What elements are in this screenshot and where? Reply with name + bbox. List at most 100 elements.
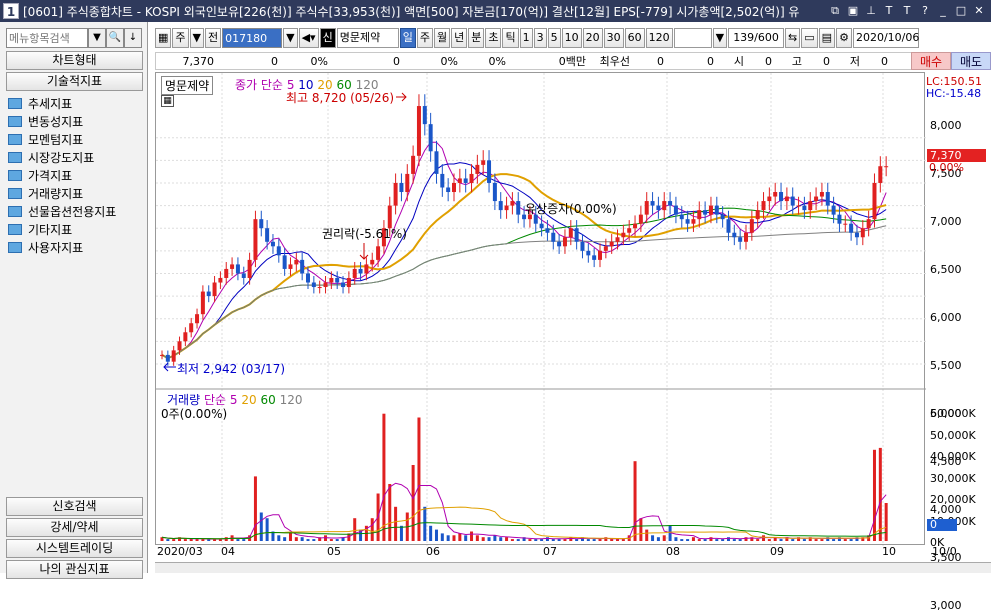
sell-button[interactable]: 매도 [951,52,991,70]
volume-bar [429,525,433,541]
volume-bar [452,535,456,541]
search-icon[interactable]: 🔍 [106,28,124,48]
x-label: 10/0 [932,545,957,558]
volume-bar [481,537,485,541]
signal-search-button[interactable]: 신호검색 [6,497,143,516]
volume-bar [551,539,555,541]
volume-bar [878,447,882,541]
volume-bar [516,539,520,541]
pin-icon[interactable]: ⊥ [863,3,879,19]
period-month[interactable]: 월 [433,28,451,48]
volume-bar [872,449,876,541]
tree-item[interactable]: 변동성지표 [8,112,143,130]
period-tick[interactable]: 틱 [502,28,519,48]
interval-30[interactable]: 30 [603,28,624,48]
date-field[interactable]: 2020/10/06 [852,28,919,48]
table-icon[interactable]: ▦ [161,95,174,107]
interval-input[interactable] [673,28,712,48]
volume-bar [832,539,836,541]
menu-search-input[interactable] [6,28,88,48]
candle-body [212,282,217,297]
tree-item[interactable]: 모멘텀지표 [8,130,143,148]
stock-name[interactable]: 명문제약 [336,28,399,48]
candle-body [306,273,310,283]
candle-body [481,160,486,165]
candle-body [165,354,170,362]
dropdown-icon[interactable]: ▼ [283,28,298,48]
volume-bar [493,535,497,541]
settings-icon[interactable]: ⚙ [836,28,852,48]
help-icon[interactable]: ? [917,3,933,19]
tree-item[interactable]: 기타지표 [8,220,143,238]
buy-button[interactable]: 매수 [911,52,951,70]
system-trading-button[interactable]: 시스템트레이딩 [6,539,143,558]
period-year[interactable]: 년 [451,28,468,48]
chart-icon[interactable]: ▭ [801,28,818,48]
candle-body [668,201,673,206]
interval-20[interactable]: 20 [582,28,603,48]
candle-body [586,250,591,256]
volume-bar [569,537,573,541]
volume-bar [201,539,205,541]
candle-body [638,214,643,224]
volume-tick: 20,000K [930,493,976,506]
interval-3[interactable]: 3 [533,28,547,48]
tree-item[interactable]: 시장강도지표 [8,148,143,166]
dropdown-icon[interactable]: ▼ [88,28,106,48]
save-icon[interactable]: ▤ [818,28,836,48]
minimize-icon[interactable]: _ [935,3,951,19]
tree-item[interactable]: 가격지표 [8,166,143,184]
prev-button[interactable]: 전 [205,28,222,48]
speaker-icon[interactable]: ◀▾ [298,28,319,48]
volume-bar [434,529,438,541]
volume-bar [189,539,193,541]
interval-120[interactable]: 120 [645,28,673,48]
candle-body [551,232,556,242]
candle-body [872,182,877,220]
strength-button[interactable]: 강세/약세 [6,518,143,537]
candle-body [276,246,281,256]
close-icon[interactable]: ✕ [971,3,987,19]
stock-code-input[interactable] [222,28,283,48]
tree-item[interactable]: 추세지표 [8,94,143,112]
my-indicators-button[interactable]: 나의 관심지표 [6,560,143,579]
technical-indicator-button[interactable]: 기술적지표 [6,72,143,91]
dropdown-icon[interactable]: ▼ [189,28,204,48]
interval-5[interactable]: 5 [547,28,561,48]
interval-10[interactable]: 10 [561,28,582,48]
candle-body [370,259,375,265]
down-arrow-icon[interactable]: ↓ [124,28,142,48]
chart-area[interactable]: 명문제약 종가 단순 5 10 20 60 120 ▦ 최고 8,720 (05… [155,72,926,546]
copy-icon[interactable]: ▣ [845,3,861,19]
candle-body [399,182,404,193]
tree-item[interactable]: 사용자지표 [8,238,143,256]
volume-bar [586,539,590,541]
maximize-icon[interactable]: □ [953,3,969,19]
candle-body [644,201,649,215]
market-select[interactable]: 주 [172,28,189,48]
interval-1[interactable]: 1 [519,28,533,48]
volume-bar [283,537,287,541]
dropdown-icon[interactable]: ▼ [712,28,728,48]
link-icon[interactable]: ⧉ [827,3,843,19]
credit-icon: 신 [319,28,336,48]
period-week[interactable]: 주 [416,28,433,48]
tree-item[interactable]: 선물옵션전용지표 [8,202,143,220]
font-icon[interactable]: T [881,3,897,19]
tree-item[interactable]: 거래량지표 [8,184,143,202]
x-label: 04 [221,545,235,558]
candle-body [504,205,509,211]
candle-body [773,192,778,197]
bar-count[interactable]: 139/600 [728,28,785,48]
grid-icon[interactable]: ▦ [155,28,172,48]
zoom-icon[interactable]: ⇆ [785,28,801,48]
chart-type-button[interactable]: 차트형태 [6,51,143,70]
period-second[interactable]: 초 [485,28,502,48]
indicator-tree: 추세지표 변동성지표 모멘텀지표 시장강도지표 가격지표 거래량지표 선물옵션전… [8,94,143,256]
period-day[interactable]: 일 [399,28,416,48]
period-minute[interactable]: 분 [468,28,485,48]
candle-body [814,196,819,202]
interval-60[interactable]: 60 [624,28,645,48]
chart-scrollbar[interactable] [155,562,991,573]
font-size-icon[interactable]: T [899,3,915,19]
